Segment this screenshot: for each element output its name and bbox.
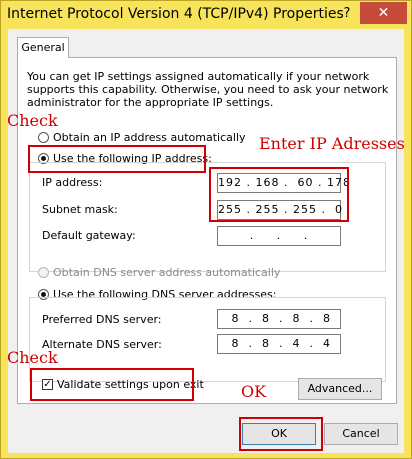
obtain-ip-auto-label: Obtain an IP address automatically xyxy=(53,131,246,144)
obtain-ip-auto-radio[interactable]: Obtain an IP address automatically xyxy=(38,131,246,144)
cancel-button[interactable]: Cancel xyxy=(324,423,398,445)
help-button[interactable]: ? xyxy=(337,4,357,24)
annotation-box-validate xyxy=(30,368,194,401)
general-tab-panel: You can get IP settings assigned automat… xyxy=(17,57,397,404)
advanced-button[interactable]: Advanced... xyxy=(298,378,382,400)
radio-icon xyxy=(38,267,49,278)
ip-address-label: IP address: xyxy=(42,176,103,189)
annotation-check-2: Check xyxy=(7,348,58,367)
annotation-enter-ip: Enter IP Adresses xyxy=(259,134,405,153)
default-gateway-label: Default gateway: xyxy=(42,229,136,242)
preferred-dns-input[interactable]: 8 . 8 . 8 . 8 xyxy=(217,309,341,329)
close-button[interactable]: ✕ xyxy=(360,2,407,24)
description-text: You can get IP settings assigned automat… xyxy=(27,70,389,109)
annotation-box-ok xyxy=(239,417,323,451)
obtain-dns-auto-radio[interactable]: Obtain DNS server address automatically xyxy=(38,266,280,279)
annotation-check-1: Check xyxy=(7,111,58,130)
dialog-window: Internet Protocol Version 4 (TCP/IPv4) P… xyxy=(0,0,412,459)
annotation-box-use-ip xyxy=(28,145,206,173)
window-title: Internet Protocol Version 4 (TCP/IPv4) P… xyxy=(7,6,344,22)
radio-icon xyxy=(38,132,49,143)
alternate-dns-label: Alternate DNS server: xyxy=(42,338,162,351)
default-gateway-input[interactable]: . . . xyxy=(217,226,341,246)
obtain-dns-auto-label: Obtain DNS server address automatically xyxy=(53,266,281,279)
annotation-box-ip-fields xyxy=(209,167,349,222)
close-icon: ✕ xyxy=(377,5,390,21)
subnet-mask-label: Subnet mask: xyxy=(42,203,118,216)
alternate-dns-input[interactable]: 8 . 8 . 4 . 4 xyxy=(217,334,341,354)
title-bar[interactable]: Internet Protocol Version 4 (TCP/IPv4) P… xyxy=(1,1,411,29)
preferred-dns-label: Preferred DNS server: xyxy=(42,313,162,326)
annotation-ok: OK xyxy=(241,382,267,401)
tab-general[interactable]: General xyxy=(17,37,69,58)
